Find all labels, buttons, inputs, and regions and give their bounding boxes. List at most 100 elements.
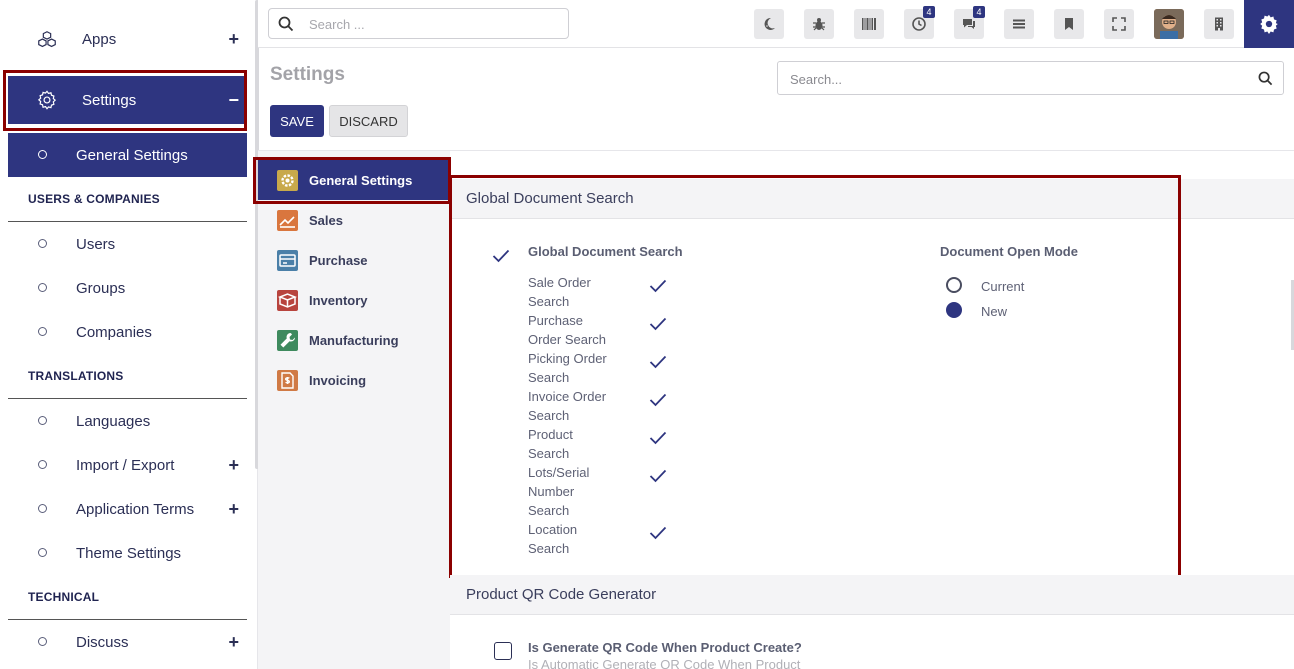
sidebar-item-label: Theme Settings <box>76 544 182 562</box>
inventory-box-icon <box>277 289 298 311</box>
clock-icon <box>912 17 926 31</box>
checkmark-icon[interactable] <box>649 431 667 445</box>
fullscreen-icon <box>1112 17 1126 31</box>
radio-current[interactable] <box>946 277 962 293</box>
checkmark-icon[interactable] <box>492 249 510 263</box>
barcode-icon <box>862 18 876 30</box>
purchase-card-icon <box>277 249 298 271</box>
settings-search-input[interactable] <box>790 69 1250 89</box>
section-title: Global Document Search <box>466 190 634 207</box>
moon-icon <box>764 17 775 30</box>
app-general-settings[interactable]: General Settings <box>258 160 450 200</box>
checkmark-icon[interactable] <box>649 393 667 407</box>
sub-option-label: Location <box>528 522 578 537</box>
discard-button[interactable]: DISCARD <box>329 105 408 137</box>
section-title: Product QR Code Generator <box>466 586 657 603</box>
sidebar-item-theme-settings[interactable]: Theme Settings <box>8 531 247 575</box>
app-invoicing[interactable]: Invoicing <box>258 360 450 400</box>
wrench-icon <box>277 329 298 351</box>
search-icon <box>278 16 294 37</box>
app-label: Sales <box>309 212 343 228</box>
sidebar-item-label: Apps <box>82 30 117 48</box>
menu-search-input[interactable] <box>309 14 559 34</box>
sub-option-label: Search <box>528 370 570 385</box>
sidebar-item-label: General Settings <box>76 146 188 164</box>
activity-badge: 4 <box>923 6 935 18</box>
sidebar-item-application-terms[interactable]: Application Terms + <box>8 487 247 531</box>
settings-app-list: General Settings Sales Purchase Inventor… <box>258 151 450 669</box>
app-purchase[interactable]: Purchase <box>258 240 450 280</box>
settings-corner-button[interactable] <box>1244 0 1294 48</box>
messages-button[interactable]: 4 <box>954 6 985 39</box>
app-label: Manufacturing <box>309 332 399 348</box>
bullet-icon <box>38 416 47 425</box>
sidebar-item-label: Users <box>76 235 116 253</box>
sidebar-item-discuss[interactable]: Discuss + <box>8 620 247 664</box>
apps-cubes-icon <box>36 29 58 51</box>
generate-qr-checkbox[interactable] <box>494 642 512 660</box>
bullet-icon <box>38 239 47 248</box>
barcode-button[interactable] <box>854 9 884 39</box>
section-technical: TECHNICAL <box>28 590 100 604</box>
expand-icon[interactable]: + <box>228 29 239 50</box>
sidebar-item-import-export[interactable]: Import / Export + <box>8 443 247 487</box>
sub-option-label: Lots/Serial <box>528 465 590 480</box>
sidebar-item-label: Settings <box>82 91 137 109</box>
app-label: Invoicing <box>309 372 367 388</box>
expand-icon[interactable]: + <box>228 499 239 520</box>
messages-badge: 4 <box>973 6 985 18</box>
top-navbar: 4 4 <box>258 0 1294 48</box>
activity-button[interactable]: 4 <box>904 6 935 39</box>
app-inventory[interactable]: Inventory <box>258 280 450 320</box>
expand-icon[interactable]: + <box>228 455 239 476</box>
checkmark-icon[interactable] <box>649 279 667 293</box>
sub-option-label: Search <box>528 294 570 309</box>
avatar-icon <box>1154 9 1184 39</box>
open-mode-label: Document Open Mode <box>940 244 1078 259</box>
sidebar-item-general-settings[interactable]: General Settings <box>8 133 247 177</box>
checkmark-icon[interactable] <box>649 317 667 331</box>
bullet-icon <box>38 460 47 469</box>
bullet-icon <box>38 327 47 336</box>
dark-mode-button[interactable] <box>754 9 784 39</box>
company-button[interactable] <box>1204 9 1234 39</box>
search-icon[interactable] <box>1258 71 1273 91</box>
checkmark-icon[interactable] <box>649 526 667 540</box>
sidebar-item-companies[interactable]: Companies <box>8 310 247 354</box>
sidebar-item-label: Languages <box>76 412 151 430</box>
sub-option-label: Invoice Order <box>528 389 607 404</box>
general-settings-icon <box>277 169 298 191</box>
sidebar-item-apps[interactable]: Apps + <box>8 17 247 61</box>
app-manufacturing[interactable]: Manufacturing <box>258 320 450 360</box>
gear-icon <box>1260 14 1278 34</box>
collapse-icon[interactable]: − <box>228 90 239 111</box>
sub-option-label: Search <box>528 503 570 518</box>
sub-option-label: Order Search <box>528 332 607 347</box>
generate-qr-help: Is Automatic Generate QR Code When Produ… <box>528 657 801 669</box>
generate-qr-label: Is Generate QR Code When Product Create? <box>528 640 802 655</box>
bookmark-button[interactable] <box>1054 9 1084 39</box>
app-sidebar: Apps + Settings − General Settings USERS… <box>0 0 258 669</box>
app-label: Inventory <box>309 292 368 308</box>
bullet-icon <box>38 504 47 513</box>
sidebar-item-users[interactable]: Users <box>8 222 247 266</box>
debug-button[interactable] <box>804 9 834 39</box>
sidebar-item-label: Discuss <box>76 633 129 651</box>
sidebar-item-settings[interactable]: Settings − <box>8 76 247 124</box>
gear-icon <box>36 89 58 111</box>
app-label: Purchase <box>309 252 368 268</box>
sidebar-item-groups[interactable]: Groups <box>8 266 247 310</box>
app-sales[interactable]: Sales <box>258 200 450 240</box>
sidebar-item-languages[interactable]: Languages <box>8 399 247 443</box>
fullscreen-button[interactable] <box>1104 9 1134 39</box>
checkmark-icon[interactable] <box>649 469 667 483</box>
checkmark-icon[interactable] <box>649 355 667 369</box>
save-button[interactable]: SAVE <box>270 105 324 137</box>
radio-new[interactable] <box>946 302 962 318</box>
user-avatar[interactable] <box>1154 9 1184 39</box>
section-header-global-search: Global Document Search <box>450 179 1294 219</box>
sub-option-label: Search <box>528 408 570 423</box>
expand-icon[interactable]: + <box>228 632 239 653</box>
settings-search-box <box>777 61 1284 95</box>
menu-button[interactable] <box>1004 9 1034 39</box>
